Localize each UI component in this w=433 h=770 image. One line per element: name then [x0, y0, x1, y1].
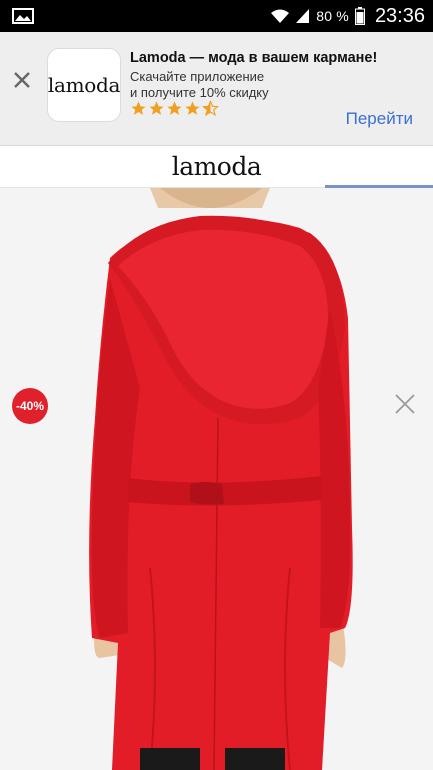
app-icon-logo: lamoda	[47, 73, 121, 97]
banner-open-button[interactable]: Перейти	[346, 109, 413, 129]
site-logo[interactable]: lamoda	[172, 152, 262, 181]
product-photo[interactable]	[0, 188, 433, 770]
gallery-close-icon[interactable]	[393, 392, 417, 416]
star-icon	[149, 101, 164, 115]
star-icon	[131, 101, 146, 115]
star-half-icon	[202, 100, 219, 117]
banner-subtitle-line2: и получите 10% скидку	[130, 85, 269, 100]
wifi-icon	[271, 9, 290, 23]
clock: 23:36	[374, 4, 425, 27]
smart-app-banner: lamoda Lamoda — мода в вашем кармане! Ск…	[0, 32, 433, 146]
app-icon[interactable]: lamoda	[47, 48, 121, 122]
picture-icon	[12, 8, 34, 24]
status-bar: 80 % 23:36	[0, 0, 433, 32]
rating-stars	[130, 100, 219, 117]
star-icon	[185, 101, 200, 115]
discount-badge: -40%	[12, 388, 48, 424]
status-left	[12, 8, 34, 24]
battery-icon	[354, 7, 365, 25]
battery-percent: 80 %	[316, 8, 349, 24]
product-gallery[interactable]: -40%	[0, 188, 433, 770]
banner-subtitle-line1: Скачайте приложение	[130, 69, 265, 84]
banner-close-icon[interactable]	[12, 70, 32, 90]
site-header: lamoda	[0, 146, 433, 188]
banner-title: Lamoda — мода в вашем кармане!	[130, 50, 378, 66]
star-icon	[167, 101, 182, 115]
status-right: 80 % 23:36	[270, 5, 425, 28]
signal-icon	[296, 9, 310, 23]
